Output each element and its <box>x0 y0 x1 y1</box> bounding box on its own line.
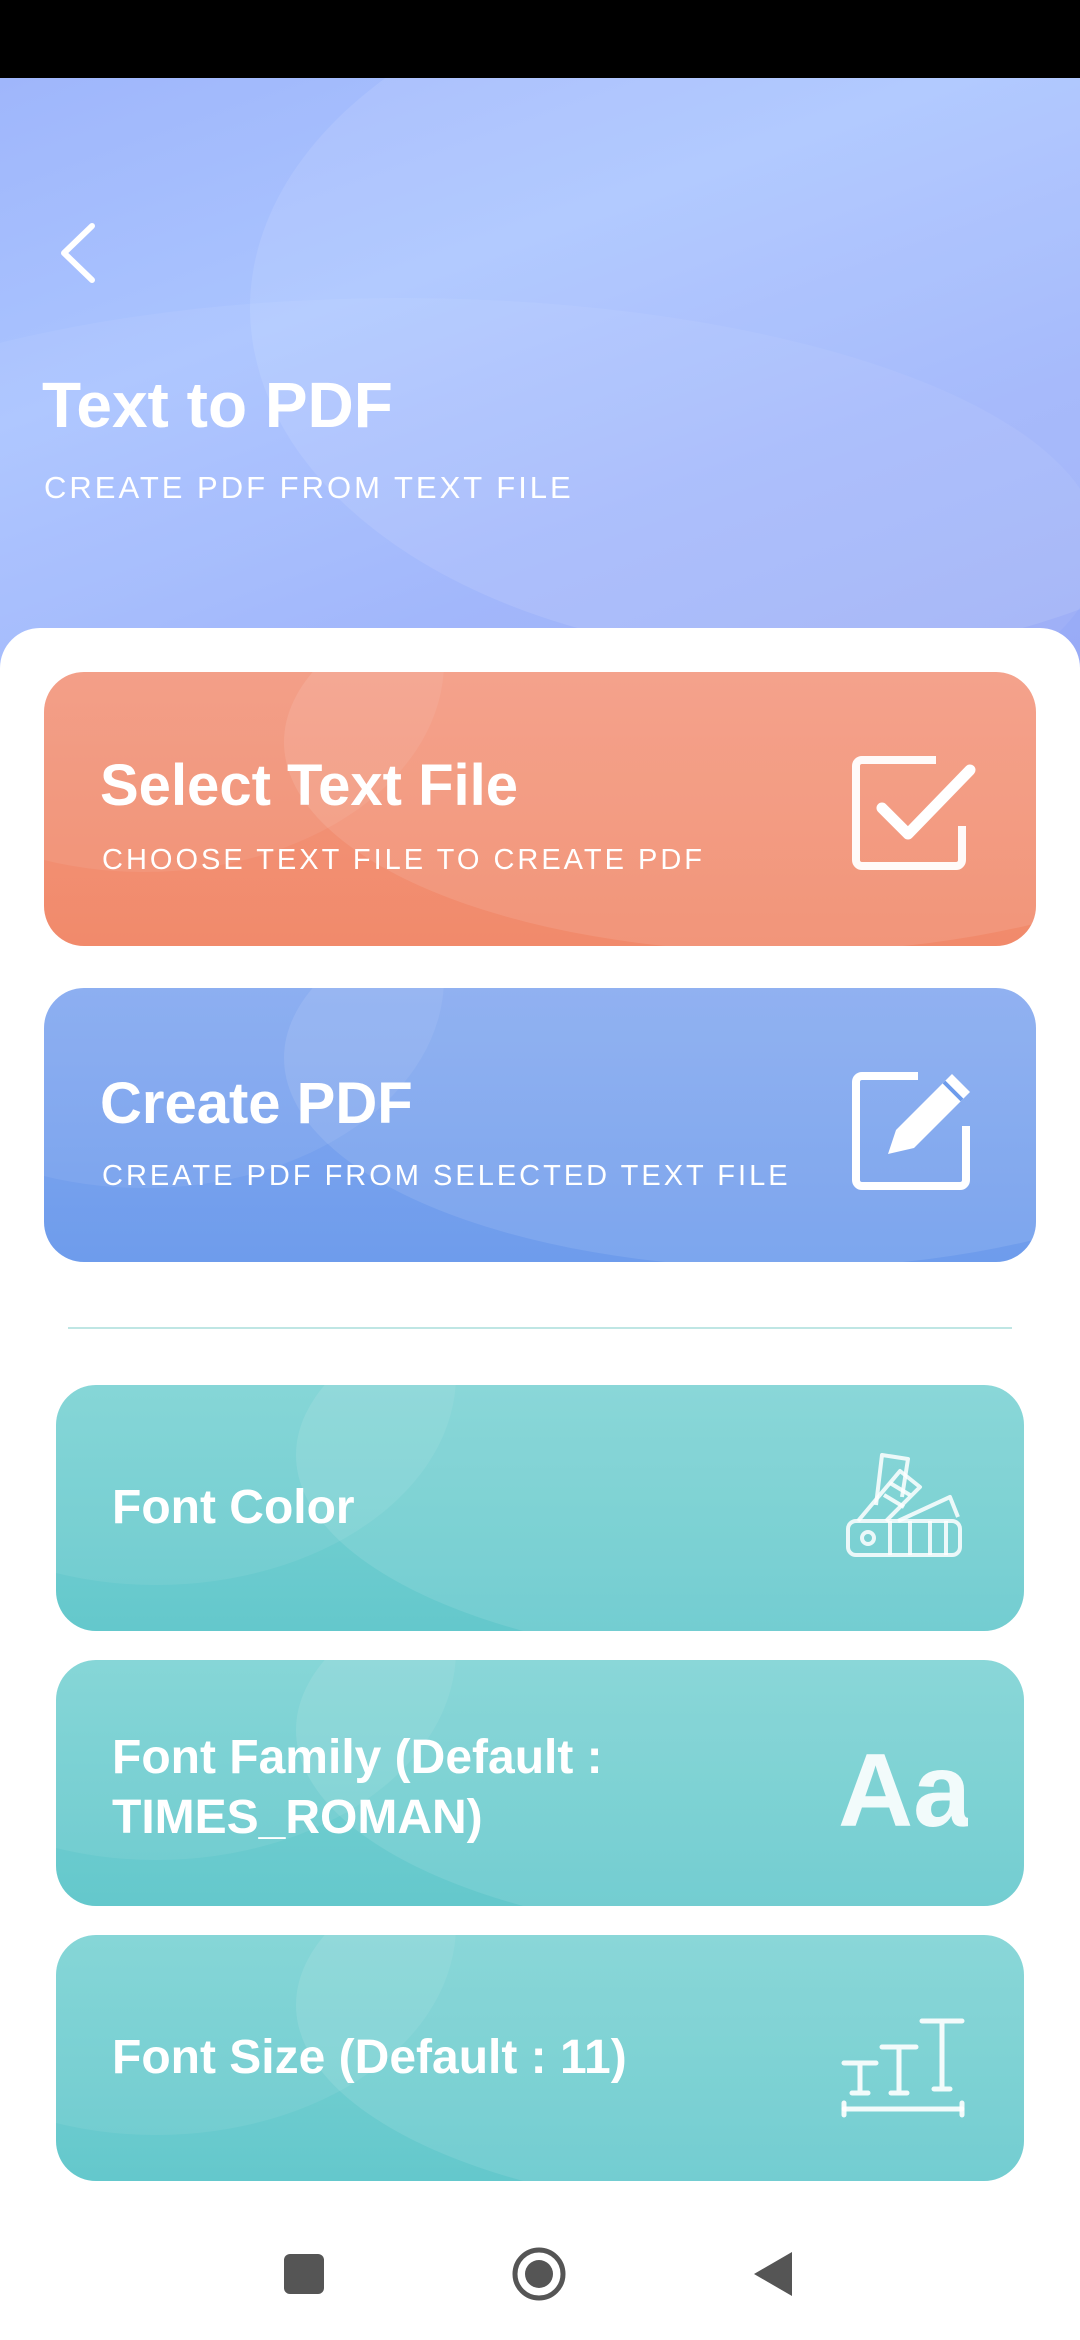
square-icon[interactable] <box>274 2244 334 2304</box>
create-pdf-subtitle: CREATE PDF FROM SELECTED TEXT FILE <box>102 1160 791 1192</box>
svg-text:Aa: Aa <box>838 1733 968 1848</box>
font-family-label: Font Family (Default : TIMES_ROMAN) <box>112 1731 603 1844</box>
color-swatch-icon <box>838 1443 968 1573</box>
divider <box>68 1327 1012 1329</box>
font-color-button[interactable]: Font Color <box>56 1385 1024 1631</box>
triangle-back-icon[interactable] <box>744 2244 804 2304</box>
checkbox-icon <box>848 748 978 878</box>
select-text-file-title: Select Text File <box>100 753 518 818</box>
status-bar <box>0 0 1080 78</box>
chevron-left-icon[interactable] <box>52 218 112 288</box>
font-size-icon <box>838 1993 968 2123</box>
font-family-icon: Aa <box>838 1718 972 1849</box>
edit-icon <box>848 1064 978 1194</box>
font-size-button[interactable]: Font Size (Default : 11) <box>56 1935 1024 2181</box>
page-subtitle: CREATE PDF FROM TEXT FILE <box>44 470 574 505</box>
header: Text to PDF CREATE PDF FROM TEXT FILE <box>0 78 1080 678</box>
navigation-bar <box>0 2200 1080 2340</box>
select-text-file-subtitle: CHOOSE TEXT FILE TO CREATE PDF <box>102 844 705 876</box>
create-pdf-button[interactable]: Create PDF CREATE PDF FROM SELECTED TEXT… <box>44 988 1036 1262</box>
circle-icon[interactable] <box>509 2244 569 2304</box>
font-family-button[interactable]: Font Family (Default : TIMES_ROMAN) Aa <box>56 1660 1024 1906</box>
page-title: Text to PDF <box>42 369 393 441</box>
font-size-label: Font Size (Default : 11) <box>112 2031 627 2084</box>
select-text-file-button[interactable]: Select Text File CHOOSE TEXT FILE TO CRE… <box>44 672 1036 946</box>
font-color-label: Font Color <box>112 1481 355 1534</box>
create-pdf-title: Create PDF <box>100 1071 413 1136</box>
